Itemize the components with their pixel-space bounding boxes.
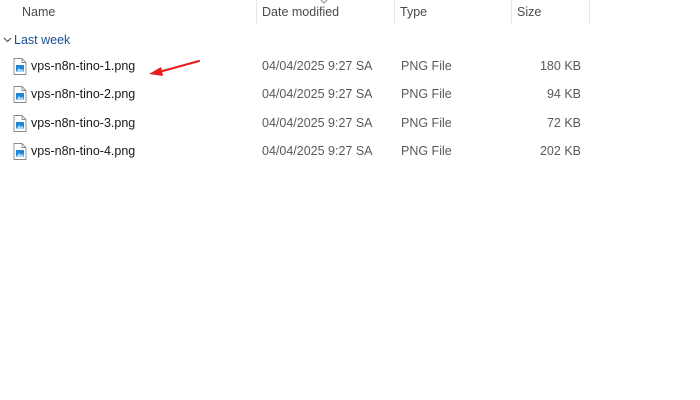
chevron-down-icon[interactable] <box>0 30 14 50</box>
file-size: 72 KB <box>546 116 581 130</box>
png-file-icon <box>13 58 27 75</box>
column-header-size[interactable]: Size <box>511 0 589 24</box>
png-file-icon <box>13 115 27 132</box>
png-file-icon <box>13 143 27 160</box>
file-row[interactable]: vps-n8n-tino-4.png 04/04/2025 9:27 SA PN… <box>8 138 590 165</box>
file-row[interactable]: vps-n8n-tino-3.png 04/04/2025 9:27 SA PN… <box>8 110 590 137</box>
file-date-modified: 04/04/2025 9:27 SA <box>262 59 373 73</box>
file-date-modified: 04/04/2025 9:27 SA <box>262 144 373 158</box>
column-header-type[interactable]: Type <box>394 0 511 24</box>
file-name: vps-n8n-tino-1.png <box>31 59 136 73</box>
file-type: PNG File <box>401 144 452 158</box>
file-date-modified: 04/04/2025 9:27 SA <box>262 116 373 130</box>
group-label: Last week <box>14 33 71 47</box>
file-row[interactable]: vps-n8n-tino-2.png 04/04/2025 9:27 SA PN… <box>8 81 590 108</box>
column-header-date-modified[interactable]: Date modified <box>256 0 394 24</box>
group-header-last-week[interactable]: Last week <box>0 30 200 50</box>
png-file-icon <box>13 86 27 103</box>
file-size: 94 KB <box>546 87 581 101</box>
file-size: 180 KB <box>539 59 581 73</box>
file-type: PNG File <box>401 59 452 73</box>
file-name: vps-n8n-tino-4.png <box>31 144 136 158</box>
file-date-modified: 04/04/2025 9:27 SA <box>262 87 373 101</box>
column-header-name[interactable]: Name <box>16 0 256 24</box>
column-divider[interactable] <box>589 0 590 24</box>
file-type: PNG File <box>401 87 452 101</box>
file-row[interactable]: vps-n8n-tino-1.png 04/04/2025 9:27 SA PN… <box>8 53 590 80</box>
file-name: vps-n8n-tino-2.png <box>31 87 136 101</box>
file-size: 202 KB <box>539 144 581 158</box>
red-arrow-annotation <box>149 59 201 76</box>
column-header-row: Name Date modified Type Size <box>0 0 700 26</box>
file-type: PNG File <box>401 116 452 130</box>
file-name: vps-n8n-tino-3.png <box>31 116 136 130</box>
